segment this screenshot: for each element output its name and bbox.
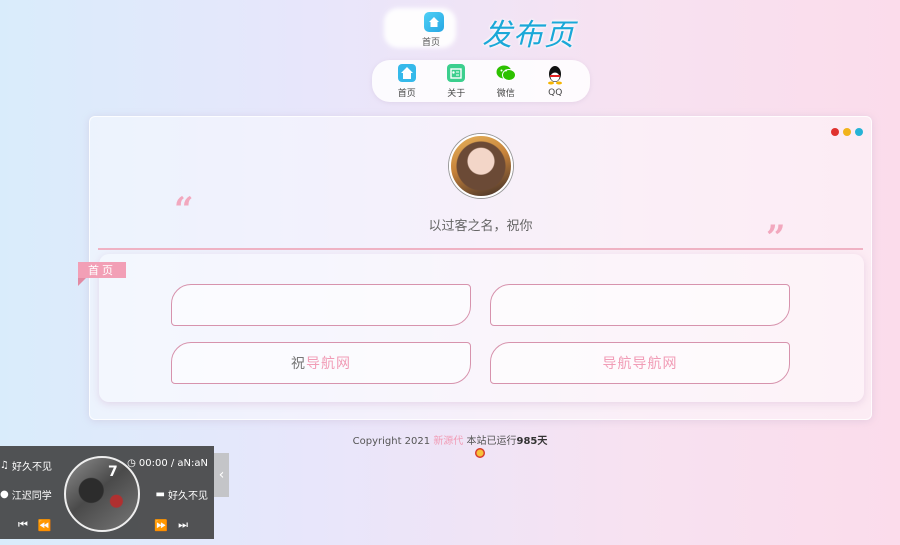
about-icon xyxy=(446,63,466,83)
nav-link-button-1[interactable] xyxy=(171,284,471,326)
song-artist-text: 江迟同学 xyxy=(11,491,52,502)
player-controls-right: ⏩ ⏭ xyxy=(154,518,188,532)
nav-item-label: 关于 xyxy=(447,89,466,99)
rewind-icon[interactable]: ⏪ xyxy=(38,519,52,532)
logo-backdrop xyxy=(384,8,456,48)
user-icon: ● xyxy=(0,489,9,500)
song-artist: ● 江迟同学 xyxy=(0,487,52,502)
qq-icon xyxy=(545,65,565,85)
running-text: 本站已运行 xyxy=(466,436,517,447)
album-cover[interactable] xyxy=(64,456,140,532)
song-time-text: 00:00 / aN:aN xyxy=(138,458,208,469)
song-time: ◷ 00:00 / aN:aN xyxy=(127,458,208,469)
nav-item-label: 首页 xyxy=(397,89,416,99)
link-label: 导航导航网 xyxy=(602,356,678,372)
red-dot xyxy=(831,128,839,136)
nav-item-label: QQ xyxy=(548,87,563,98)
avatar xyxy=(449,134,513,198)
player-toggle-button[interactable]: ‹ xyxy=(214,453,229,497)
skip-forward-icon[interactable]: ⏭ xyxy=(178,518,188,532)
home-icon xyxy=(424,12,444,32)
section-ribbon: 首页 xyxy=(78,262,126,286)
album-mark: 7 xyxy=(108,464,118,480)
playlist-name-text: 好久不见 xyxy=(168,491,208,502)
window-dots xyxy=(831,128,863,136)
nav-link-button-3[interactable]: 祝导航网 xyxy=(171,342,471,384)
nav-link-button-4[interactable]: 导航导航网 xyxy=(490,342,790,384)
playlist-name: ▬ 好久不见 xyxy=(156,487,208,502)
link-prefix: 祝 xyxy=(291,356,306,372)
nav-link-button-2[interactable] xyxy=(490,284,790,326)
running-days-unit: 天 xyxy=(537,436,548,447)
motto-text: 以过客之名，祝你 xyxy=(428,219,533,234)
home-icon xyxy=(397,63,417,83)
logo-title: 发布页 xyxy=(482,18,575,53)
nav-item-wechat[interactable]: 微信 xyxy=(484,63,528,99)
brand-link[interactable]: 新源代 xyxy=(433,436,463,447)
footer: Copyright 2021 新源代 本站已运行985天 xyxy=(0,432,900,447)
copyright-text: Copyright 2021 xyxy=(352,436,431,447)
link-label: 导航网 xyxy=(306,356,351,372)
running-days: 985 xyxy=(516,436,538,447)
fast-forward-icon[interactable]: ⏩ xyxy=(154,519,168,532)
logo-home-label: 首页 xyxy=(422,38,441,48)
song-title: ♫ 好久不见 xyxy=(0,458,52,473)
wechat-icon xyxy=(496,63,516,83)
nav-item-qq[interactable]: QQ xyxy=(533,65,577,98)
site-logo[interactable]: 首页 发布页 xyxy=(384,6,584,53)
player-controls-left: ⏮ ⏪ xyxy=(18,518,52,532)
blue-dot xyxy=(855,128,863,136)
skip-back-icon[interactable]: ⏮ xyxy=(18,518,28,532)
folder-icon: ▬ xyxy=(155,489,165,500)
yellow-dot xyxy=(843,128,851,136)
music-player: ♫ 好久不见 ◷ 00:00 / aN:aN ● 江迟同学 ▬ 好久不见 7 ⏮… xyxy=(0,446,214,539)
nav-item-home[interactable]: 首页 xyxy=(385,63,429,99)
nav-item-about[interactable]: 关于 xyxy=(434,63,478,99)
song-title-text: 好久不见 xyxy=(11,462,52,473)
divider xyxy=(98,248,863,250)
emblem-icon[interactable] xyxy=(475,448,485,458)
top-nav: 首页 关于 微信 QQ xyxy=(372,60,590,102)
music-note-icon: ♫ xyxy=(0,460,9,471)
nav-item-label: 微信 xyxy=(496,89,515,99)
